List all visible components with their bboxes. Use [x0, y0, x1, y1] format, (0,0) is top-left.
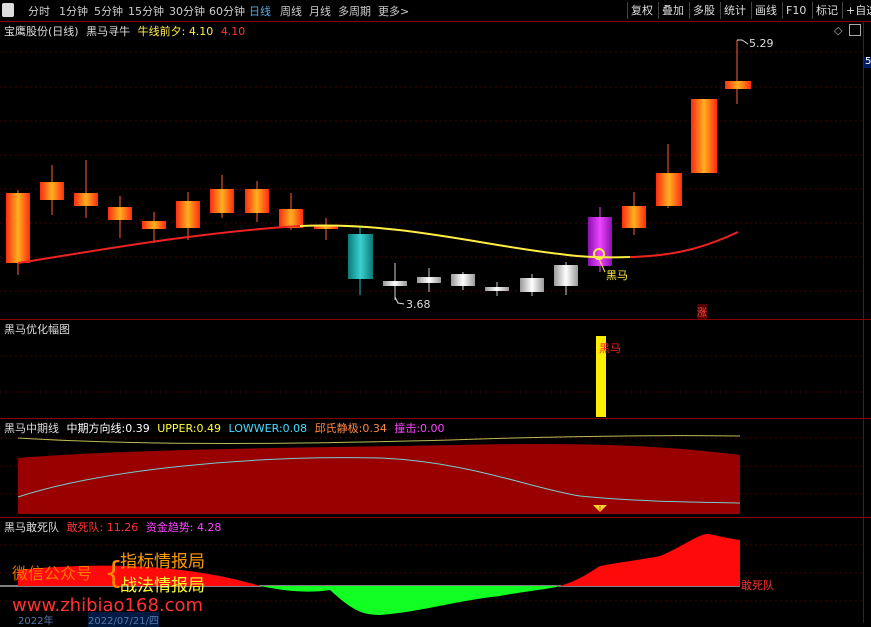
- candle: [142, 212, 166, 243]
- pane3-item-direction: 中期方向线:0.39: [66, 422, 150, 435]
- candle: [348, 226, 373, 295]
- pane4-header: 黑马敢死队 敢死队: 11.26 资金趋势: 4.28: [4, 519, 221, 535]
- candle: [520, 274, 544, 296]
- candle: [74, 160, 98, 218]
- candle: [108, 196, 132, 238]
- pane4-item1: 敢死队: 11.26: [66, 521, 139, 534]
- candle: [383, 263, 407, 300]
- candle: [725, 40, 751, 104]
- pane2-title: 黑马优化幅图: [4, 323, 70, 336]
- date-axis-year: 2022年: [18, 616, 54, 627]
- pane3-item-lower: LOWWER:0.08: [228, 422, 308, 435]
- candle: [210, 175, 234, 218]
- pane3-item-impact: 撞击:0.00: [394, 422, 445, 435]
- candle: [176, 192, 200, 240]
- ma-label: 牛线前夕:: [137, 25, 186, 38]
- ma-value1: 4.10: [188, 25, 214, 38]
- candle: [622, 192, 646, 235]
- pane4-item2: 资金趋势: 4.28: [145, 521, 222, 534]
- candle: [279, 193, 303, 230]
- candle: [417, 268, 441, 292]
- pane3-item-qiu: 邱氏静极:0.34: [314, 422, 387, 435]
- candle: [245, 181, 269, 222]
- candle: [554, 262, 578, 295]
- candle: [656, 144, 682, 208]
- candle: [485, 282, 509, 296]
- right-mark: 5: [865, 56, 871, 67]
- low-price-label: 3.68: [406, 298, 431, 311]
- pane4-title: 黑马敢死队: [4, 521, 59, 534]
- indicator-name: 黑马寻牛: [86, 25, 131, 38]
- candlesticks[interactable]: [6, 40, 751, 300]
- pane3-item-upper: UPPER:0.49: [157, 422, 221, 435]
- candle: [314, 218, 338, 240]
- watermark-line1: 指标情报局: [120, 552, 205, 572]
- wechat-watermark: 微信公众号: [12, 564, 93, 583]
- zhang-badge: 涨: [697, 304, 707, 319]
- high-price-label: 5.29: [749, 37, 774, 50]
- pane3-header: 黑马中期线 中期方向线:0.39 UPPER:0.49 LOWWER:0.08 …: [4, 420, 445, 436]
- signal-label: 黑马: [606, 269, 628, 282]
- pane4-end-label: 敢死队: [741, 579, 774, 592]
- diamond-icon[interactable]: ◇: [834, 24, 842, 37]
- maximize-icon[interactable]: [849, 24, 861, 36]
- stock-name: 宝鹰股份(日线): [4, 25, 79, 38]
- candle: [40, 165, 64, 215]
- watermark-line2: 战法情报局: [120, 576, 205, 596]
- pane3-plot: [17, 435, 741, 514]
- ma-value2: 4.10: [220, 25, 246, 38]
- pane3-title: 黑马中期线: [4, 422, 59, 435]
- candle: [691, 99, 717, 173]
- date-axis-current: 2022/07/21/四: [88, 612, 160, 627]
- main-pane-header: 宝鹰股份(日线) 黑马寻牛 牛线前夕: 4.10 4.10: [4, 23, 245, 39]
- candle: [451, 272, 475, 290]
- pane2-bar-label: 黑马: [599, 342, 621, 355]
